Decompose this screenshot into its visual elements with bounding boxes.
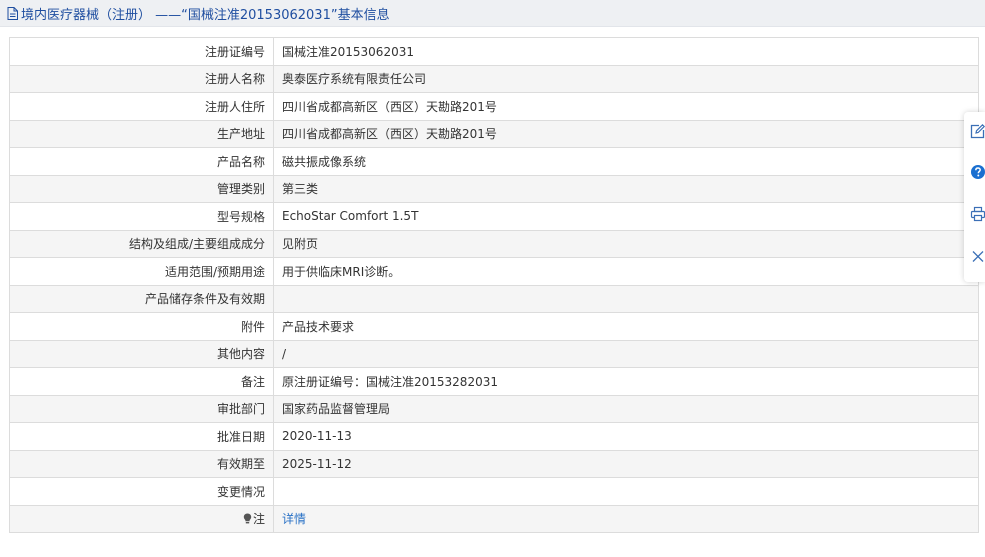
field-label: 其他内容 — [9, 339, 274, 368]
table-row: 生产地址 四川省成都高新区（西区）天勘路201号 — [9, 119, 979, 148]
close-icon[interactable] — [970, 248, 985, 264]
field-value: 四川省成都高新区（西区）天勘路201号 — [273, 92, 979, 121]
field-value: 产品技术要求 — [273, 312, 979, 341]
field-value: 国家药品监督管理局 — [273, 394, 979, 423]
help-icon[interactable] — [970, 164, 985, 180]
field-label: 型号规格 — [9, 202, 274, 231]
details-link[interactable]: 详情 — [282, 512, 306, 526]
field-label: 注册证编号 — [9, 37, 274, 66]
field-label: 注册人名称 — [9, 64, 274, 93]
table-row: 适用范围/预期用途 用于供临床MRI诊断。 — [9, 257, 979, 286]
field-value — [273, 477, 979, 506]
field-label: 结构及组成/主要组成成分 — [9, 229, 274, 258]
table-row: 注册人住所 四川省成都高新区（西区）天勘路201号 — [9, 92, 979, 121]
field-label: 适用范围/预期用途 — [9, 257, 274, 286]
field-value: 奥泰医疗系统有限责任公司 — [273, 64, 979, 93]
field-label: 有效期至 — [9, 449, 274, 478]
field-value: EchoStar Comfort 1.5T — [273, 202, 979, 231]
table-row: 有效期至 2025-11-12 — [9, 449, 979, 478]
field-label: 管理类别 — [9, 174, 274, 203]
table-row: 产品名称 磁共振成像系统 — [9, 147, 979, 176]
print-icon[interactable] — [970, 206, 985, 222]
field-value: 磁共振成像系统 — [273, 147, 979, 176]
page-header: 境内医疗器械（注册） ——“国械注准20153062031”基本信息 — [0, 0, 985, 27]
field-label: 产品名称 — [9, 147, 274, 176]
field-label: 审批部门 — [9, 394, 274, 423]
table-row: 注册人名称 奥泰医疗系统有限责任公司 — [9, 64, 979, 93]
document-icon — [7, 6, 18, 20]
field-value: 见附页 — [273, 229, 979, 258]
field-label: 附件 — [9, 312, 274, 341]
table-row: 备注 原注册证编号：国械注准20153282031 — [9, 367, 979, 396]
detail-table-body: 注册证编号 国械注准20153062031 注册人名称 奥泰医疗系统有限责任公司 注册人… — [9, 37, 979, 533]
field-label: 变更情况 — [9, 477, 274, 506]
lightbulb-icon — [243, 513, 252, 524]
table-row: 批准日期 2020-11-13 — [9, 422, 979, 451]
table-row-note: 注 详情 — [9, 504, 979, 533]
field-value: 四川省成都高新区（西区）天勘路201号 — [273, 119, 979, 148]
field-label: 注册人住所 — [9, 92, 274, 121]
field-label: 批准日期 — [9, 422, 274, 451]
field-value — [273, 284, 979, 313]
field-value: 2020-11-13 — [273, 422, 979, 451]
table-row: 产品储存条件及有效期 — [9, 284, 979, 313]
field-label: 生产地址 — [9, 119, 274, 148]
field-value: 2025-11-12 — [273, 449, 979, 478]
table-row: 审批部门 国家药品监督管理局 — [9, 394, 979, 423]
note-label-cell: 注 — [9, 504, 274, 533]
table-row: 结构及组成/主要组成成分 见附页 — [9, 229, 979, 258]
table-row: 型号规格 EchoStar Comfort 1.5T — [9, 202, 979, 231]
note-value-cell: 详情 — [273, 504, 979, 533]
field-value: 第三类 — [273, 174, 979, 203]
table-row: 管理类别 第三类 — [9, 174, 979, 203]
field-value: 原注册证编号：国械注准20153282031 — [273, 367, 979, 396]
table-row: 其他内容 / — [9, 339, 979, 368]
field-label: 备注 — [9, 367, 274, 396]
edit-icon[interactable] — [970, 123, 985, 139]
note-label: 注 — [252, 512, 265, 527]
field-value: 国械注准20153062031 — [273, 37, 979, 66]
detail-table: 注册证编号 国械注准20153062031 注册人名称 奥泰医疗系统有限责任公司 注册人… — [9, 37, 979, 533]
field-label: 产品储存条件及有效期 — [9, 284, 274, 313]
table-row: 附件 产品技术要求 — [9, 312, 979, 341]
table-row: 变更情况 — [9, 477, 979, 506]
page-title: 境内医疗器械（注册） ——“国械注准20153062031”基本信息 — [21, 7, 390, 23]
field-value: / — [273, 339, 979, 368]
table-row: 注册证编号 国械注准20153062031 — [9, 37, 979, 66]
side-toolbar — [964, 112, 985, 282]
field-value: 用于供临床MRI诊断。 — [273, 257, 979, 286]
